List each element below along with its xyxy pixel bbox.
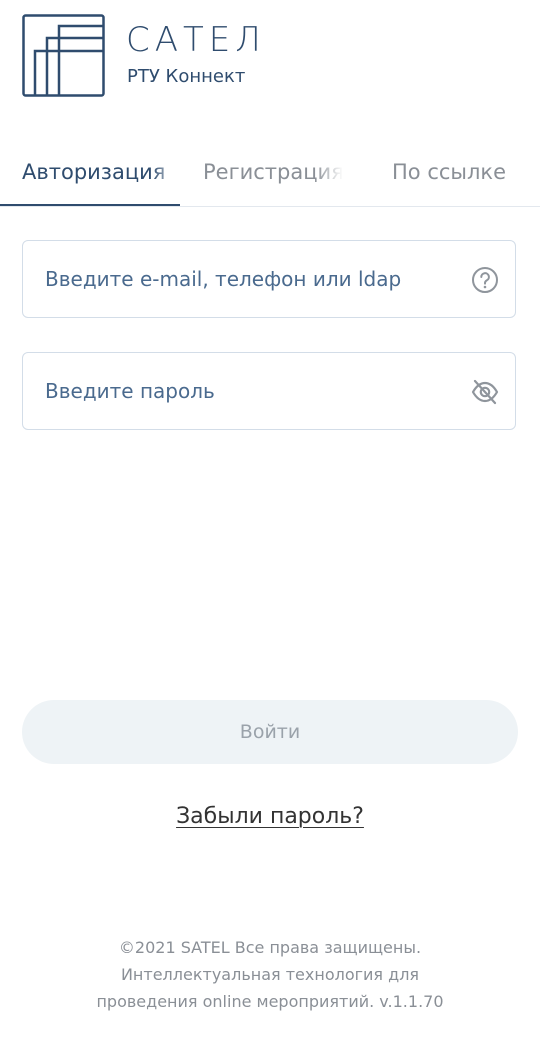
brand-name: САТЕЛ [126, 20, 266, 60]
footer-copyright: ©2021 SATEL Все права защищены. [118, 938, 422, 957]
tab-by-link-label: По ссылке [392, 160, 507, 184]
satel-logo-icon [22, 14, 105, 97]
login-field [22, 240, 516, 318]
footer-version: проведения online мероприятий. v.1.1.70 [96, 992, 444, 1011]
tab-registration[interactable]: Регистрация [203, 146, 343, 205]
forgot-password-link[interactable]: Забыли пароль? [176, 804, 364, 829]
login-button[interactable]: Войти [22, 700, 518, 764]
tab-authorization[interactable]: Авторизация [0, 146, 180, 206]
help-circle-icon[interactable] [471, 266, 499, 294]
tab-by-link[interactable]: По ссылке [392, 146, 522, 205]
footer-tagline: Интеллектуальная технология для [120, 965, 420, 984]
auth-tabs: Авторизация Регистрация По ссылке [0, 146, 540, 207]
forgot-password: Забыли пароль? [0, 804, 540, 829]
tab-authorization-label: Авторизация [22, 160, 166, 184]
password-input[interactable] [45, 353, 465, 429]
brand-subtitle: РТУ Коннект [127, 66, 246, 87]
password-field [22, 352, 516, 430]
footer: ©2021 SATEL Все права защищены. Интеллек… [0, 934, 540, 1015]
eye-off-icon[interactable] [471, 378, 499, 406]
login-input[interactable] [45, 241, 465, 317]
brand-logo: САТЕЛ РТУ Коннект [22, 14, 272, 98]
